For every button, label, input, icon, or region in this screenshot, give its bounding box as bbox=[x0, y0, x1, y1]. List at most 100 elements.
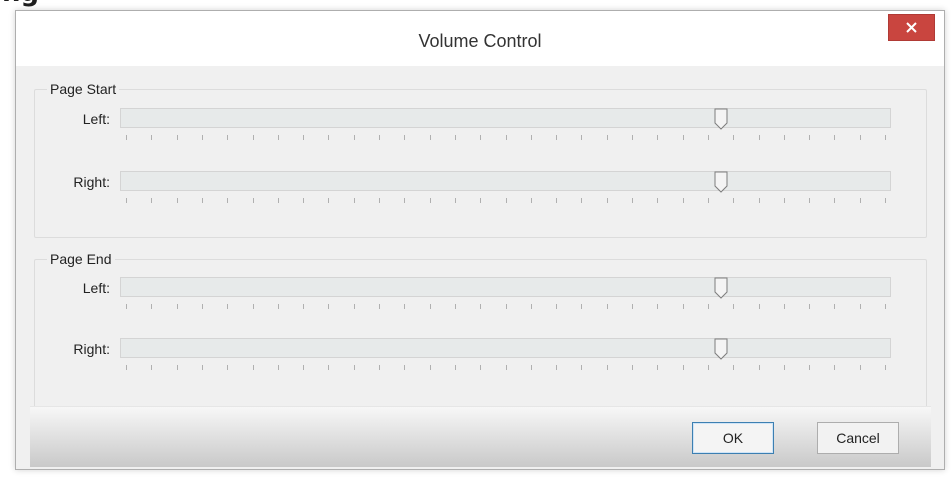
tick-mark bbox=[177, 198, 178, 203]
tick-mark bbox=[253, 135, 254, 140]
tick-mark bbox=[607, 198, 608, 203]
tick-mark bbox=[733, 365, 734, 370]
tick-mark bbox=[834, 304, 835, 309]
tick-mark bbox=[151, 198, 152, 203]
tick-mark bbox=[227, 304, 228, 309]
page-end-left-label: Left: bbox=[82, 280, 110, 296]
tick-mark bbox=[834, 135, 835, 140]
tick-mark bbox=[303, 198, 304, 203]
tick-mark bbox=[531, 135, 532, 140]
page-end-right-slider[interactable] bbox=[120, 338, 891, 360]
tick-mark bbox=[506, 304, 507, 309]
close-button[interactable] bbox=[888, 14, 935, 41]
tick-mark bbox=[657, 135, 658, 140]
ok-button[interactable]: OK bbox=[692, 422, 774, 454]
tick-mark bbox=[480, 304, 481, 309]
tick-mark bbox=[202, 135, 203, 140]
page-end-group: Page End Left: Right: bbox=[34, 251, 927, 419]
slider-thumb-icon[interactable] bbox=[714, 108, 728, 130]
tick-mark bbox=[151, 135, 152, 140]
tick-mark bbox=[834, 198, 835, 203]
page-start-group-label: Page Start bbox=[47, 81, 120, 97]
tick-mark bbox=[708, 304, 709, 309]
slider-thumb-icon[interactable] bbox=[714, 338, 728, 360]
tick-mark bbox=[202, 304, 203, 309]
title-bar[interactable]: Volume Control bbox=[16, 11, 944, 66]
page-end-group-label: Page End bbox=[47, 251, 115, 267]
tick-mark bbox=[177, 365, 178, 370]
slider-thumb-icon[interactable] bbox=[714, 171, 728, 193]
tick-mark bbox=[809, 135, 810, 140]
tick-mark bbox=[860, 135, 861, 140]
tick-mark bbox=[379, 304, 380, 309]
tick-mark bbox=[708, 365, 709, 370]
tick-mark bbox=[430, 198, 431, 203]
tick-mark bbox=[708, 198, 709, 203]
tick-mark bbox=[784, 304, 785, 309]
tick-mark bbox=[151, 304, 152, 309]
tick-mark bbox=[885, 304, 886, 309]
tick-mark bbox=[531, 365, 532, 370]
tick-mark bbox=[556, 365, 557, 370]
tick-mark bbox=[354, 135, 355, 140]
close-icon bbox=[906, 22, 917, 33]
tick-mark bbox=[379, 365, 380, 370]
tick-mark bbox=[607, 135, 608, 140]
tick-mark bbox=[404, 365, 405, 370]
tick-mark bbox=[683, 135, 684, 140]
tick-mark bbox=[227, 365, 228, 370]
tick-mark bbox=[506, 135, 507, 140]
tick-mark bbox=[480, 198, 481, 203]
tick-mark bbox=[278, 365, 279, 370]
tick-mark bbox=[278, 304, 279, 309]
tick-mark bbox=[455, 304, 456, 309]
tick-mark bbox=[303, 304, 304, 309]
volume-control-dialog: Volume Control Page Start Left: Right: P… bbox=[15, 10, 945, 470]
tick-mark bbox=[253, 365, 254, 370]
page-start-left-slider[interactable] bbox=[120, 108, 891, 130]
tick-mark bbox=[632, 135, 633, 140]
tick-mark bbox=[430, 365, 431, 370]
tick-mark bbox=[759, 365, 760, 370]
tick-mark bbox=[379, 135, 380, 140]
tick-mark bbox=[354, 365, 355, 370]
tick-mark bbox=[177, 135, 178, 140]
tick-mark bbox=[759, 135, 760, 140]
tick-mark bbox=[860, 304, 861, 309]
tick-mark bbox=[455, 198, 456, 203]
cancel-button[interactable]: Cancel bbox=[817, 422, 899, 454]
page-start-right-slider[interactable] bbox=[120, 171, 891, 193]
tick-mark bbox=[202, 365, 203, 370]
tick-mark bbox=[885, 135, 886, 140]
tick-mark bbox=[733, 304, 734, 309]
page-end-left-ticks bbox=[120, 304, 891, 309]
tick-mark bbox=[708, 135, 709, 140]
tick-mark bbox=[328, 135, 329, 140]
tick-mark bbox=[784, 135, 785, 140]
tick-mark bbox=[556, 135, 557, 140]
tick-mark bbox=[632, 304, 633, 309]
tick-mark bbox=[303, 135, 304, 140]
tick-mark bbox=[151, 365, 152, 370]
tick-mark bbox=[278, 135, 279, 140]
tick-mark bbox=[556, 304, 557, 309]
tick-mark bbox=[328, 198, 329, 203]
tick-mark bbox=[607, 304, 608, 309]
tick-mark bbox=[581, 365, 582, 370]
tick-mark bbox=[404, 135, 405, 140]
tick-mark bbox=[126, 365, 127, 370]
page-end-left-slider[interactable] bbox=[120, 277, 891, 299]
tick-mark bbox=[177, 304, 178, 309]
tick-mark bbox=[126, 198, 127, 203]
tick-mark bbox=[480, 365, 481, 370]
tick-mark bbox=[253, 304, 254, 309]
tick-mark bbox=[581, 198, 582, 203]
tick-mark bbox=[354, 198, 355, 203]
slider-thumb-icon[interactable] bbox=[714, 277, 728, 299]
tick-mark bbox=[632, 198, 633, 203]
tick-mark bbox=[657, 198, 658, 203]
tick-mark bbox=[784, 365, 785, 370]
tick-mark bbox=[885, 365, 886, 370]
tick-mark bbox=[253, 198, 254, 203]
page-start-right-row: Right: bbox=[35, 169, 926, 209]
